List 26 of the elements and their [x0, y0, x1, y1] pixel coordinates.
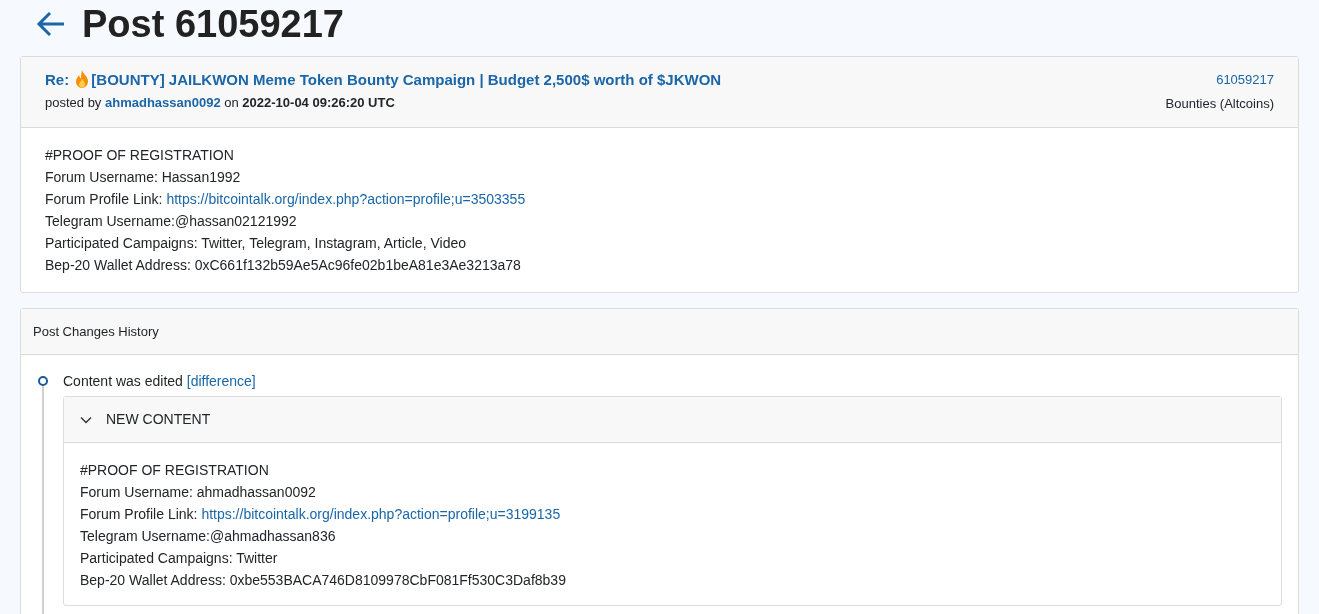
content-line: Bep-20 Wallet Address: 0xbe553BACA746D8109978CbF081Ff530C3Daf8b39 [80, 571, 567, 590]
content-line: Forum Username: ahmadhassan0092 [80, 483, 317, 502]
content-line: Forum Profile Link: https://bitcointalk.org/index.php?action=profile;u=3199135 [80, 505, 562, 524]
accordion-header[interactable]: NEW CONTENT [64, 397, 1281, 443]
back-arrow-icon[interactable] [36, 10, 66, 37]
content-line: #PROOF OF REGISTRATION [45, 146, 235, 165]
profile-link[interactable]: https://bitcointalk.org/index.php?action=profile;u=3199135 [201, 506, 561, 522]
content-line: Telegram Username:@hassan02121992 [45, 212, 298, 231]
event-text: Content was edited [difference] [63, 372, 257, 390]
post-title-link[interactable]: Re: [BOUNTY] JAILKWON Meme Token Bounty Campaign | Budget 2,500$ worth of $JKWON [45, 70, 722, 90]
content-line: Bep-20 Wallet Address: 0xC661f132b59Ae5Ac96fe02b1beA81e3Ae3213a78 [45, 256, 522, 275]
byline: posted by ahmadhassan0092 on 2022-10-04 09:26:20 UTC [45, 94, 396, 112]
author-link[interactable]: ahmadhassan0092 [105, 95, 221, 110]
page-title: Post 61059217 [82, 4, 344, 43]
content-line: Participated Campaigns: Twitter [80, 549, 279, 568]
difference-link[interactable]: [difference] [186, 373, 256, 389]
profile-link[interactable]: https://bitcointalk.org/index.php?action=profile;u=3503355 [166, 191, 526, 207]
content-line: Forum Profile Link: https://bitcointalk.org/index.php?action=profile;u=3503355 [45, 190, 527, 209]
content-line: Participated Campaigns: Twitter, Telegram, Instagram, Article, Video [45, 234, 467, 253]
content-line: Forum Username: Hassan1992 [45, 168, 242, 187]
content-line: #PROOF OF REGISTRATION [80, 461, 270, 480]
history-title: Post Changes History [33, 322, 159, 341]
fire-icon [75, 70, 90, 88]
board-name: Bounties (Altcoins) [1165, 95, 1274, 113]
post-id-link[interactable]: 61059217 [1216, 70, 1274, 90]
content-line: Telegram Username:@ahmadhassan836 [80, 527, 337, 546]
